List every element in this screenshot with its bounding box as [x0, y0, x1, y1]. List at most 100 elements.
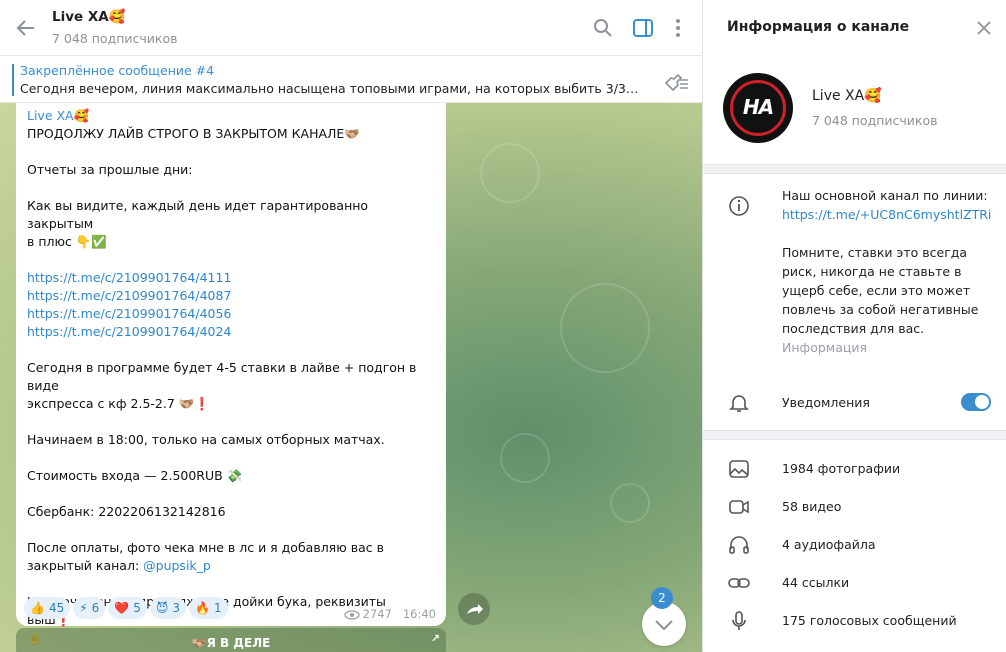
reaction-emoji: ⚡ [79, 601, 88, 615]
message-line[interactable]: https://t.me/c/2109901764/4111 [27, 269, 434, 287]
message-line: в плюс 👇✅ [27, 234, 107, 249]
reaction-chip[interactable]: 🔥 1 [189, 597, 228, 619]
message-line: Как вы видите, каждый день идет гарантир… [27, 198, 369, 231]
microphone-icon [732, 611, 746, 630]
share-arrow-icon [467, 604, 483, 614]
message-author[interactable]: Live XA🥰 [27, 107, 434, 125]
reaction-chip[interactable]: ⚡ 6 [73, 597, 106, 619]
bell-icon [729, 395, 749, 412]
media-row-label: 4 аудиофайла [782, 537, 876, 552]
background-doodle [500, 433, 550, 483]
message-bubble[interactable]: Live XA🥰 ПРОДОЛЖУ ЛАЙВ СТРОГО В ЗАКРЫТОМ… [16, 103, 446, 645]
message-line [27, 179, 434, 197]
reaction-count: 45 [48, 601, 65, 615]
reaction-chip[interactable]: 😈 3 [149, 597, 187, 619]
media-row-microphone[interactable]: 175 голосовых сообщений [703, 602, 1006, 640]
about-label: Информация [782, 340, 868, 355]
media-row-link[interactable]: 44 ссылки [703, 564, 1006, 602]
pinned-title: Закреплённое сообщение #4 [20, 63, 215, 78]
reaction-count: 3 [172, 601, 181, 615]
reaction-count: 1 [214, 601, 222, 615]
external-link-icon: ↗ [430, 632, 440, 645]
message-line: Сегодня в программе будет 4-5 ставки в л… [27, 360, 417, 393]
media-row-headphones[interactable]: 4 аудиофайла [703, 526, 1006, 564]
chat-panel: Live XA🥰 7 048 подписчиков Закреплённое … [0, 0, 702, 652]
message-line[interactable]: https://t.me/c/2109901764/4056 [27, 305, 434, 323]
section-divider [703, 164, 1006, 174]
views-count: 2747 [362, 607, 392, 621]
reaction-chip[interactable]: 👍 45 [24, 597, 71, 619]
chat-header: Live XA🥰 7 048 подписчиков [0, 0, 702, 56]
views-eye-icon [343, 609, 360, 620]
message-line[interactable]: https://t.me/c/2109901764/4024 [27, 323, 434, 341]
username-mention[interactable]: @pupsik_p [143, 558, 211, 573]
search-icon[interactable] [591, 16, 615, 40]
reaction-count: 5 [133, 601, 141, 615]
chat-title[interactable]: Live XA🥰 [52, 9, 126, 25]
message-line [27, 251, 434, 269]
inline-keyboard-button[interactable]: 🫱🏼‍🫲🏽Я В ДЕЛЕ ↗ [16, 628, 446, 652]
channel-name: Live XA🥰 [812, 88, 882, 104]
sidebar-toggle-icon[interactable] [631, 16, 655, 40]
media-row-label: 175 голосовых сообщений [782, 613, 957, 628]
inline-button-label: 🫱🏼‍🫲🏽Я В ДЕЛЕ [191, 636, 271, 650]
media-row-label: 1984 фотографии [782, 461, 901, 476]
channel-info-panel: Информация о канале HA Live XA🥰 7 048 по… [702, 0, 1006, 652]
background-doodle [610, 483, 650, 523]
more-vertical-icon[interactable] [666, 16, 690, 40]
message-line: экспресса с кф 2.5-2.7 🫱🏼‍🫲🏽❗️ [27, 396, 210, 411]
channel-description: Наш основной канал по линии: https://t.m… [782, 186, 992, 338]
info-circle-icon [729, 196, 749, 216]
about-intro: Наш основной канал по линии: [782, 188, 988, 203]
reaction-emoji: 👍 [30, 601, 45, 615]
pinned-message-bar[interactable]: Закреплённое сообщение #4 Сегодня вечеро… [0, 56, 702, 103]
media-row-photo[interactable]: 1984 фотографии [703, 450, 1006, 488]
reactions-bar: 👍 45 ⚡ 6 ❤️ 5 😈 3 🔥 1 [24, 597, 231, 619]
close-icon[interactable] [973, 17, 995, 39]
message-line: После оплаты, фото чека мне в лс и я доб… [27, 540, 384, 555]
message-line: Начинаем в 18:00, только на самых отборн… [27, 432, 385, 447]
message-text: ПРОДОЛЖУ ЛАЙВ СТРОГО В ЗАКРЫТОМ КАНАЛЕ🫱🏼… [27, 125, 434, 647]
notifications-toggle[interactable] [961, 393, 991, 411]
message-line: Сбербанк: 2202206132142816 [27, 504, 226, 519]
about-link[interactable]: https://t.me/+UC8nC6myshtlZTRi [782, 205, 992, 224]
reaction-chip[interactable]: ❤️ 5 [108, 597, 147, 619]
share-button[interactable] [458, 593, 490, 625]
section-divider [703, 430, 1006, 440]
media-row-label: 58 видео [782, 499, 842, 514]
reaction-emoji: 😈 [155, 601, 169, 615]
chat-background: Live XA🥰 ПРОДОЛЖУ ЛАЙВ СТРОГО В ЗАКРЫТОМ… [0, 103, 702, 652]
message-line [27, 449, 434, 467]
media-row-label: 44 ссылки [782, 575, 850, 590]
notifications-label: Уведомления [782, 395, 870, 410]
background-doodle [480, 143, 540, 203]
message-line[interactable]: https://t.me/c/2109901764/4087 [27, 287, 434, 305]
chat-subscribers: 7 048 подписчиков [52, 31, 178, 46]
channel-subscribers: 7 048 подписчиков [812, 113, 938, 128]
message-line: Отчеты за прошлые дни: [27, 162, 193, 177]
message-line [27, 341, 434, 359]
message-line [27, 575, 434, 593]
headphones-icon [729, 536, 749, 554]
link-icon [728, 578, 750, 588]
message-line: закрытый канал: @pupsik_p [27, 558, 211, 573]
pinned-text: Сегодня вечером, линия максимально насыщ… [20, 81, 642, 96]
reaction-emoji: ❤️ [114, 601, 130, 615]
message-line [27, 413, 434, 431]
reaction-emoji: 🔥 [195, 601, 211, 615]
message-meta: 2747 16:40 [343, 607, 436, 621]
channel-avatar[interactable]: HA [723, 73, 793, 143]
video-icon [729, 500, 749, 514]
message-line: ПРОДОЛЖУ ЛАЙВ СТРОГО В ЗАКРЫТОМ КАНАЛЕ🫱🏼… [27, 126, 360, 141]
media-row-video[interactable]: 58 видео [703, 488, 1006, 526]
about-text: Помните, ставки это всегда риск, никогда… [782, 245, 979, 336]
message-line [27, 143, 434, 161]
unread-count-badge: 2 [651, 587, 673, 609]
info-title: Информация о канале [727, 19, 910, 35]
photo-icon [729, 460, 749, 478]
pinned-indicator [12, 64, 14, 96]
message-time: 16:40 [402, 607, 436, 621]
back-arrow-icon[interactable] [14, 16, 38, 40]
pinned-list-icon[interactable] [662, 68, 690, 92]
message-line [27, 521, 434, 539]
